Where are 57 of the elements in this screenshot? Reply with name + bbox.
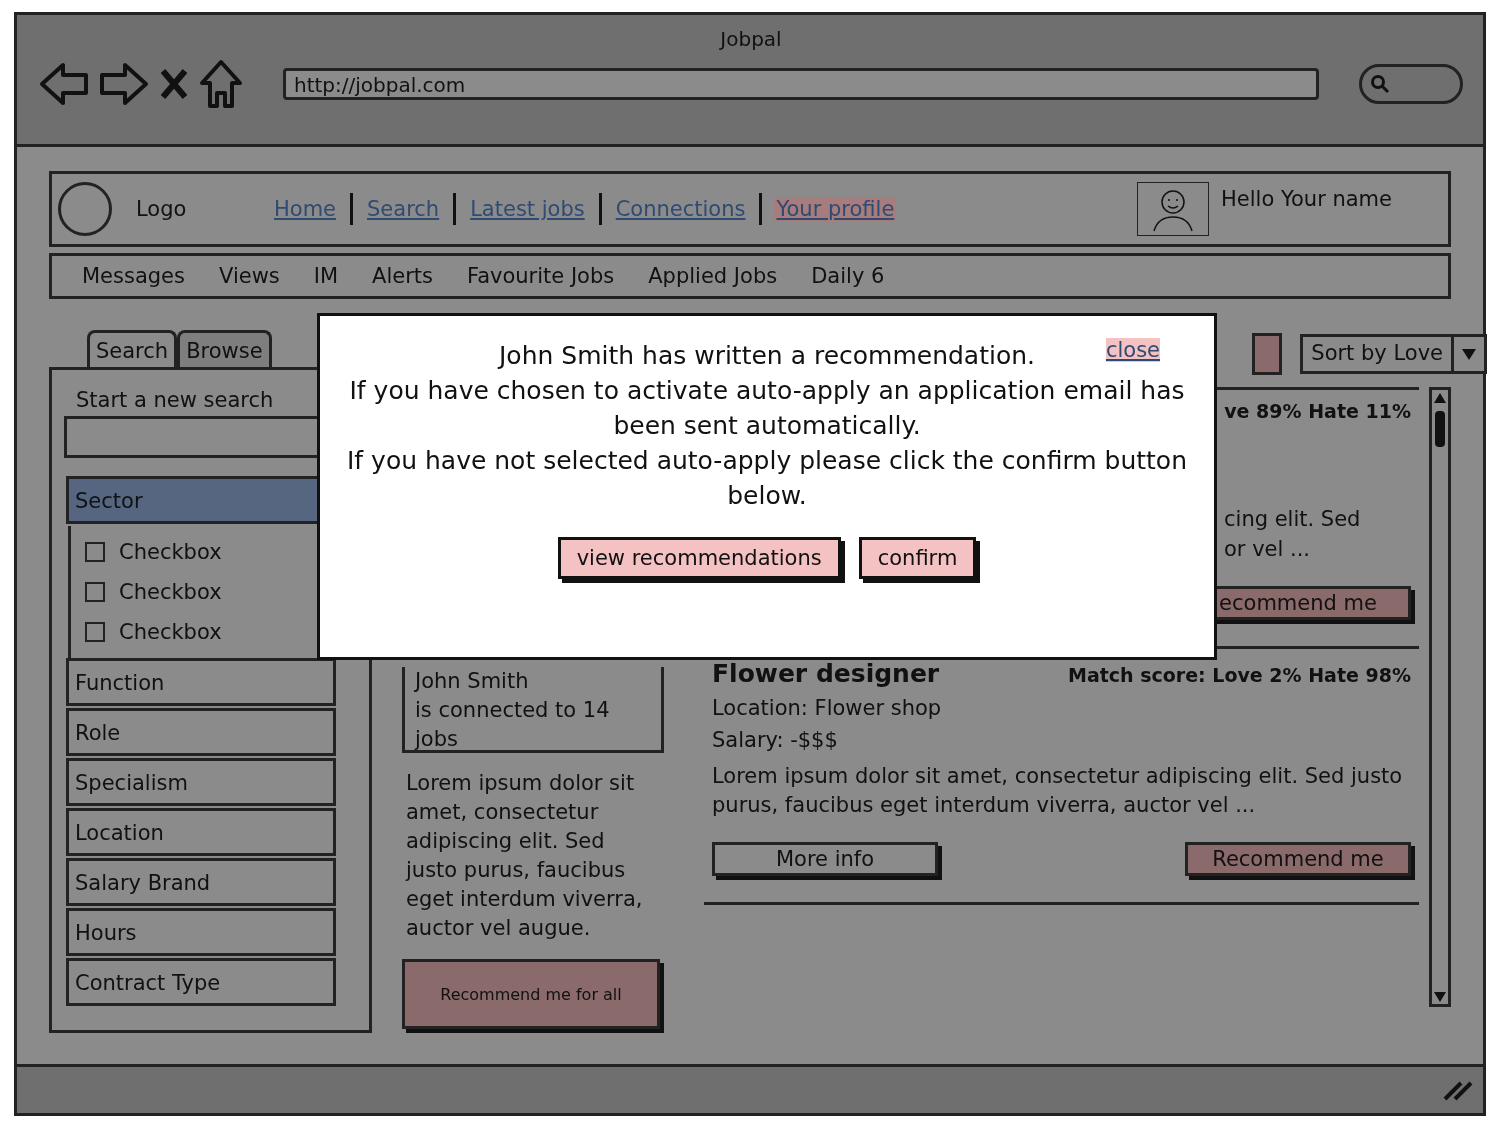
scroll-down-icon[interactable]: [1433, 990, 1447, 1004]
checkbox-label: Checkbox: [119, 580, 222, 604]
dialog-message: John Smith has written a recommendation.: [499, 340, 1035, 372]
menu-item[interactable]: Alerts: [372, 264, 433, 288]
filter-header[interactable]: Location: [66, 808, 336, 856]
menu-item[interactable]: IM: [313, 264, 339, 288]
dialog-message: If you have chosen to activate auto-apply an application email has been sent automatically.: [348, 375, 1186, 442]
home-icon[interactable]: [199, 59, 243, 109]
logo-text: Logo: [136, 197, 188, 221]
filter-header[interactable]: Contract Type: [66, 958, 336, 1006]
avatar-icon: [1137, 182, 1210, 236]
menu-item[interactable]: Views: [219, 264, 280, 288]
job-description: Lorem ipsum dolor sit amet, consectetur adipiscing elit. Sed justo purus, faucibus eget interdum viverra, auctor vel ...: [712, 763, 1404, 819]
address-bar[interactable]: http://jobpal.com: [283, 68, 1319, 100]
match-score: ve 89% Hate 11%: [1223, 400, 1411, 422]
filter-header[interactable]: Role: [66, 708, 336, 756]
job-title: Flower designer: [712, 659, 940, 688]
scroll-up-icon[interactable]: [1433, 391, 1447, 405]
resize-grip-icon[interactable]: [1443, 1079, 1473, 1101]
search-label: Start a new search: [75, 388, 275, 412]
job-description: or vel ...: [1224, 536, 1312, 563]
connection-name: John Smith: [415, 668, 530, 695]
filter-header[interactable]: Hours: [66, 908, 336, 956]
filter-header[interactable]: Function: [66, 658, 336, 706]
description-text: Lorem ipsum dolor sit amet, consectetur adipiscing elit. Sed justo purus, faucibus eget interdum viverra, auctor vel augue.: [406, 770, 644, 942]
menu-item[interactable]: Applied Jobs: [648, 264, 778, 288]
checkbox[interactable]: [85, 542, 105, 562]
menu-item[interactable]: Daily 6: [811, 264, 885, 288]
checkbox-label: Checkbox: [119, 620, 222, 644]
dropdown-arrow-icon: [1461, 347, 1477, 361]
forward-arrow-icon[interactable]: [99, 61, 149, 107]
scroll-thumb[interactable]: [1435, 411, 1445, 447]
close-link[interactable]: close: [1105, 338, 1160, 362]
sort-dropdown[interactable]: Sort by Love: [1300, 334, 1487, 374]
scrollbar[interactable]: [1429, 387, 1451, 1007]
menu-item[interactable]: Messages: [82, 264, 185, 288]
search-field[interactable]: [1359, 64, 1463, 104]
job-location: Location: Flower shop: [712, 696, 943, 720]
logo-circle: [58, 182, 112, 236]
tab[interactable]: Search: [87, 330, 178, 367]
match-score: Match score: Love 2% Hate 98%: [1068, 664, 1411, 686]
checkbox-label: Checkbox: [119, 540, 222, 564]
window-title: Jobpal: [720, 27, 782, 51]
close-icon[interactable]: [159, 67, 189, 101]
job-description: cing elit. Sed: [1224, 506, 1362, 533]
greeting: Hello Your name: [1221, 187, 1392, 211]
filter-header[interactable]: Specialism: [66, 758, 336, 806]
job-salary: Salary: -$$$: [712, 728, 839, 752]
filter-header[interactable]: Salary Brand: [66, 858, 336, 906]
tab[interactable]: Browse: [177, 330, 272, 367]
menu-item[interactable]: Favourite Jobs: [467, 264, 615, 288]
back-arrow-icon[interactable]: [39, 61, 89, 107]
search-icon[interactable]: [1370, 74, 1390, 94]
checkbox[interactable]: [85, 622, 105, 642]
connection-text: is connected to 14 jobs: [415, 697, 611, 753]
checkbox[interactable]: [85, 582, 105, 602]
button-edge[interactable]: [1252, 333, 1283, 375]
